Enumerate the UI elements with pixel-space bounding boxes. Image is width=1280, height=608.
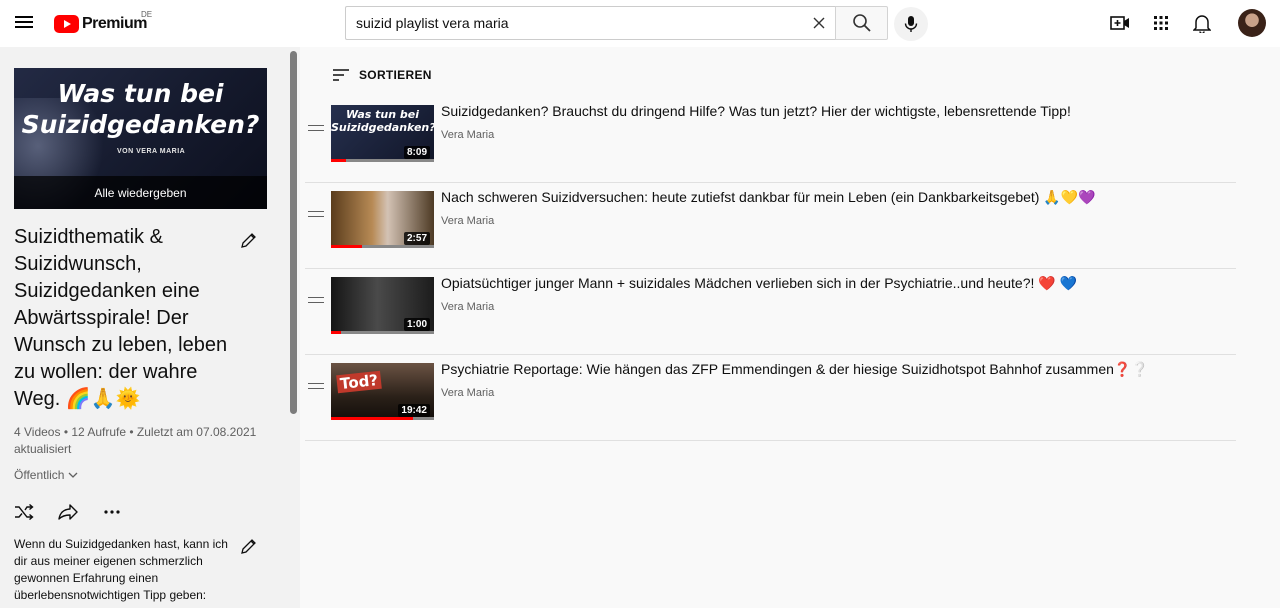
watch-progress (331, 417, 414, 420)
logo-text: Premium (82, 15, 147, 32)
playlist-sidebar: Was tun bei Suizidgedanken? VON VERA MAR… (0, 47, 300, 608)
edit-title-icon[interactable] (239, 230, 259, 250)
share-icon[interactable] (58, 502, 78, 522)
watch-progress (331, 331, 342, 334)
video-row[interactable]: Was tun bei Suizidgedanken? 8:09 Suizidg… (305, 97, 1236, 183)
drag-handle-icon[interactable] (308, 211, 324, 217)
video-thumbnail[interactable]: Tod? 19:42 (331, 363, 434, 420)
more-options-icon[interactable] (102, 502, 122, 522)
playlist-thumbnail[interactable]: Was tun bei Suizidgedanken? VON VERA MAR… (14, 68, 267, 209)
watch-progress (331, 245, 362, 248)
channel-name[interactable]: Vera Maria (441, 301, 494, 313)
video-row[interactable]: 1:00 Opiatsüchtiger junger Mann + suizid… (305, 269, 1236, 355)
sort-button[interactable]: SORTIEREN (333, 68, 432, 82)
playlist-description: Wenn du Suizidgedanken hast, kann ich di… (14, 537, 228, 602)
youtube-logo-icon (54, 15, 79, 33)
video-row[interactable]: Tod? 19:42 Psychiatrie Reportage: Wie hä… (305, 355, 1236, 441)
video-duration: 2:57 (403, 232, 430, 245)
search-input[interactable]: suizid playlist vera maria (345, 6, 835, 40)
video-duration: 1:00 (403, 318, 430, 331)
thumbnail-subtitle: VON VERA MARIA (117, 148, 186, 155)
mic-icon (904, 16, 918, 32)
thumbnail-title: Was tun bei Suizidgedanken? (21, 79, 260, 139)
search-bar: suizid playlist vera maria (345, 6, 888, 40)
video-title[interactable]: Opiatsüchtiger junger Mann + suizidales … (441, 275, 1077, 292)
privacy-label: Öffentlich (14, 468, 65, 482)
clear-icon[interactable] (811, 15, 827, 31)
edit-description-icon[interactable] (239, 536, 259, 556)
search-button[interactable] (835, 6, 888, 40)
create-video-icon[interactable] (1109, 12, 1131, 34)
video-thumbnail[interactable]: 2:57 (331, 191, 434, 248)
thumbnail-text: Was tun bei Suizidgedanken? (331, 108, 434, 134)
channel-name[interactable]: Vera Maria (441, 387, 494, 399)
progress-track (331, 159, 434, 162)
channel-name[interactable]: Vera Maria (441, 129, 494, 141)
play-all-button[interactable]: Alle wiedergeben (14, 176, 267, 209)
voice-search-button[interactable] (894, 7, 928, 41)
apps-icon[interactable] (1150, 12, 1172, 34)
drag-handle-icon[interactable] (308, 125, 324, 131)
video-title[interactable]: Psychiatrie Reportage: Wie hängen das ZF… (441, 361, 1149, 378)
youtube-logo[interactable]: Premium (54, 12, 147, 36)
sidebar-scrollbar[interactable] (290, 51, 297, 414)
country-code: DE (141, 10, 153, 19)
masthead: Premium DE suizid playlist vera maria (0, 0, 1280, 47)
notifications-icon[interactable] (1191, 12, 1213, 34)
channel-name[interactable]: Vera Maria (441, 215, 494, 227)
menu-icon[interactable] (14, 13, 34, 33)
playlist-actions (14, 502, 122, 522)
privacy-dropdown[interactable]: Öffentlich (14, 468, 79, 482)
video-thumbnail[interactable]: 1:00 (331, 277, 434, 334)
thumbnail-text: Tod? (336, 370, 382, 394)
video-duration: 8:09 (403, 146, 430, 159)
video-duration: 19:42 (398, 404, 430, 417)
progress-track (331, 331, 434, 334)
video-title[interactable]: Nach schweren Suizidversuchen: heute zut… (441, 189, 1096, 206)
drag-handle-icon[interactable] (308, 297, 324, 303)
video-thumbnail[interactable]: Was tun bei Suizidgedanken? 8:09 (331, 105, 434, 162)
search-icon (852, 14, 871, 32)
sort-icon (333, 69, 349, 81)
watch-progress (331, 159, 347, 162)
search-query: suizid playlist vera maria (356, 15, 509, 31)
avatar[interactable] (1238, 9, 1266, 37)
drag-handle-icon[interactable] (308, 383, 324, 389)
chevron-down-icon (69, 472, 78, 478)
playlist-stats: 4 Videos • 12 Aufrufe • Zuletzt am 07.08… (14, 425, 257, 456)
shuffle-icon[interactable] (14, 502, 34, 522)
playlist-title: Suizidthematik & Suizidwunsch, Suizidged… (14, 226, 228, 410)
video-title[interactable]: Suizidgedanken? Brauchst du dringend Hil… (441, 103, 1071, 119)
sort-label: SORTIEREN (359, 68, 432, 82)
video-row[interactable]: 2:57 Nach schweren Suizidversuchen: heut… (305, 183, 1236, 269)
